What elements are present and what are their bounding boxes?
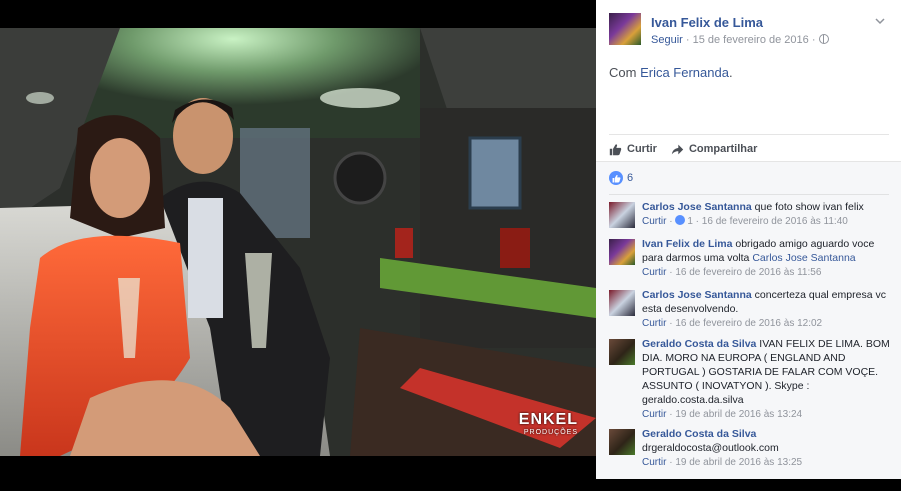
thumbs-up-icon	[609, 143, 622, 155]
comment-text: que foto show ivan felix	[751, 201, 864, 213]
share-icon	[671, 144, 684, 154]
comment-author[interactable]: Geraldo Costa da Silva	[642, 338, 756, 350]
comment-date[interactable]: 19 de abril de 2016 às 13:25	[675, 457, 802, 468]
comment-meta: Curtir · 1 · 16 de fevereiro de 2016 às …	[642, 215, 848, 227]
like-reaction-icon	[609, 171, 623, 185]
comment-date[interactable]: 16 de fevereiro de 2016 às 11:56	[675, 267, 821, 278]
comment-author[interactable]: Geraldo Costa da Silva	[642, 428, 756, 440]
globe-icon[interactable]	[818, 34, 829, 44]
post-action-bar: Curtir Compartilhar	[609, 134, 889, 161]
comment-like-link[interactable]: Curtir	[642, 318, 666, 329]
bottom-bar	[596, 479, 901, 491]
comment-like-count[interactable]: 1	[687, 216, 693, 227]
commenter-avatar[interactable]	[609, 429, 635, 455]
photo-watermark: ENKEL PRODUÇÕES	[518, 411, 578, 436]
post-date[interactable]: 15 de fevereiro de 2016	[693, 34, 809, 46]
comment-meta: Curtir · 16 de fevereiro de 2016 às 11:5…	[642, 267, 822, 278]
follow-link[interactable]: Seguir	[651, 34, 683, 46]
comment-meta: Curtir · 19 de abril de 2016 às 13:25	[642, 457, 803, 468]
post-header: Ivan Felix de Lima Seguir · 15 de fevere…	[609, 13, 889, 51]
post-photo[interactable]: ENKEL PRODUÇÕES	[0, 28, 596, 456]
comment-author[interactable]: Ivan Felix de Lima	[642, 238, 732, 250]
author-avatar[interactable]	[609, 13, 641, 45]
tagged-person-link[interactable]: Erica Fernanda	[640, 65, 729, 80]
photo-viewer: ENKEL PRODUÇÕES	[0, 0, 596, 491]
comment-date[interactable]: 19 de abril de 2016 às 13:24	[675, 409, 802, 420]
commenter-avatar[interactable]	[609, 202, 635, 228]
like-reaction-icon	[675, 215, 686, 225]
comment-like-link[interactable]: Curtir	[642, 457, 666, 468]
like-button[interactable]: Curtir	[609, 143, 657, 156]
commenter-avatar[interactable]	[609, 239, 635, 265]
comment-date[interactable]: 16 de fevereiro de 2016 às 11:40	[702, 216, 848, 227]
commenter-avatar[interactable]	[609, 290, 635, 316]
comment-author[interactable]: Carlos Jose Santanna	[642, 289, 752, 301]
post-text: Com Erica Fernanda.	[609, 65, 733, 80]
post-panel: Ivan Felix de Lima Seguir · 15 de fevere…	[596, 0, 901, 491]
reaction-count[interactable]: 6	[627, 172, 633, 184]
post-meta: Seguir · 15 de fevereiro de 2016 ·	[651, 34, 829, 46]
comment-meta: Curtir · 16 de fevereiro de 2016 às 12:0…	[642, 318, 823, 329]
share-button[interactable]: Compartilhar	[671, 143, 757, 156]
commenter-avatar[interactable]	[609, 339, 635, 365]
post-author[interactable]: Ivan Felix de Lima	[651, 15, 763, 30]
chevron-down-icon[interactable]	[875, 16, 885, 26]
comments-area: 6 Carlos Jose Santanna que foto show iva…	[596, 161, 901, 479]
comment-like-link[interactable]: Curtir	[642, 409, 666, 420]
comment-date[interactable]: 16 de fevereiro de 2016 às 12:02	[675, 318, 822, 329]
reactions-summary[interactable]: 6	[609, 162, 889, 195]
comment-text: drgeraldocosta@outlook.com	[642, 442, 779, 454]
comment-meta: Curtir · 19 de abril de 2016 às 13:24	[642, 409, 803, 420]
comment-mention-link[interactable]: Carlos Jose Santanna	[752, 252, 855, 264]
comment-like-link[interactable]: Curtir	[642, 216, 666, 227]
comment-author[interactable]: Carlos Jose Santanna	[642, 201, 752, 213]
comment-like-link[interactable]: Curtir	[642, 267, 666, 278]
